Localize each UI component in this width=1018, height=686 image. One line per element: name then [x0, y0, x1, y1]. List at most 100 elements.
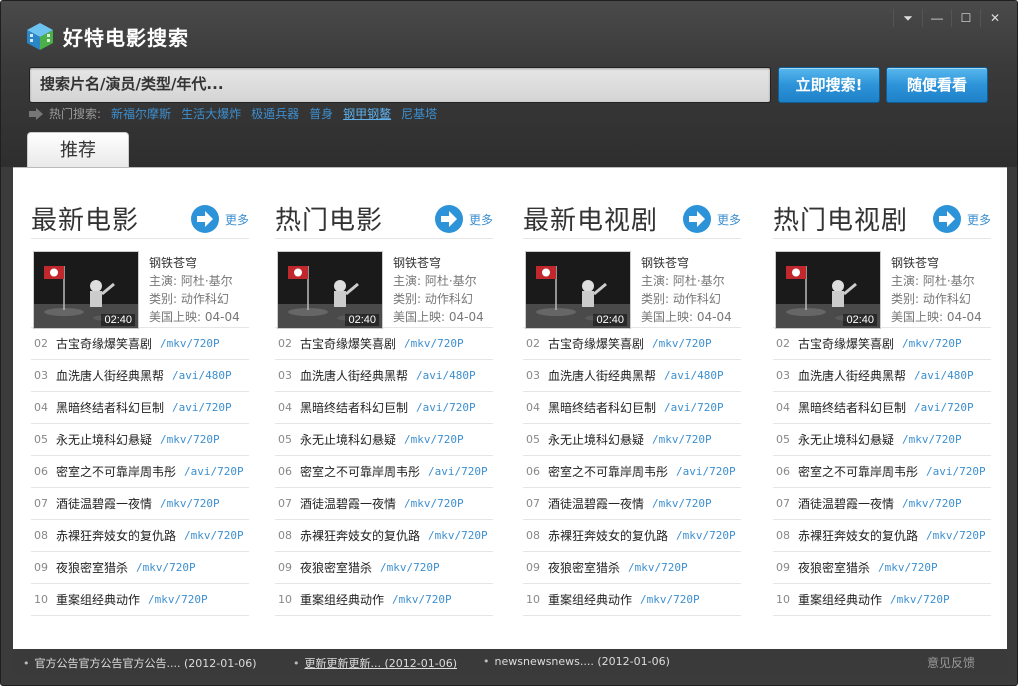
item-title[interactable]: 夜狼密室猎杀 [798, 559, 870, 576]
item-format[interactable]: /mkv/720P [160, 337, 220, 350]
item-format[interactable]: /avi/720P [664, 401, 724, 414]
featured-item[interactable]: 02:40 钢铁苍穹 主演: 阿杜·基尔 类别: 动作科幻 美国上映: 04-0… [523, 239, 741, 329]
item-title[interactable]: 古宝奇缘爆笑喜剧 [300, 335, 396, 352]
item-title[interactable]: 密室之不可靠岸周韦彤 [548, 463, 668, 480]
item-title[interactable]: 黑暗终结者科幻巨制 [56, 399, 164, 416]
list-item[interactable]: 04 黑暗终结者科幻巨制/avi/720P [523, 392, 741, 424]
item-format[interactable]: /mkv/720P [380, 561, 440, 574]
item-title[interactable]: 永无止境科幻悬疑 [300, 431, 396, 448]
poster-thumbnail[interactable]: 02:40 [775, 251, 881, 329]
hot-link[interactable]: 新福尔摩斯 [111, 105, 171, 122]
item-format[interactable]: /mkv/720P [652, 337, 712, 350]
item-title[interactable]: 酒徒温碧霞一夜情 [798, 495, 894, 512]
item-format[interactable]: /mkv/720P [404, 497, 464, 510]
hot-link[interactable]: 尼基塔 [401, 105, 437, 122]
item-format[interactable]: /mkv/720P [160, 497, 220, 510]
list-item[interactable]: 02 古宝奇缘爆笑喜剧/mkv/720P [31, 328, 249, 360]
list-item[interactable]: 03 血洗唐人街经典黑帮/avi/480P [773, 360, 991, 392]
item-format[interactable]: /mkv/720P [652, 433, 712, 446]
poster-thumbnail[interactable]: 02:40 [525, 251, 631, 329]
item-title[interactable]: 黑暗终结者科幻巨制 [548, 399, 656, 416]
featured-item[interactable]: 02:40 钢铁苍穹 主演: 阿杜·基尔 类别: 动作科幻 美国上映: 04-0… [773, 239, 991, 329]
skin-menu-button[interactable]: ⏷ [893, 9, 922, 27]
item-title[interactable]: 赤裸狂奔妓女的复仇路 [548, 527, 668, 544]
item-format[interactable]: /mkv/720P [902, 497, 962, 510]
more-link[interactable]: 更多 [190, 204, 249, 234]
item-title[interactable]: 永无止境科幻悬疑 [548, 431, 644, 448]
random-button[interactable]: 随便看看 [886, 67, 988, 103]
list-item[interactable]: 04 黑暗终结者科幻巨制/avi/720P [773, 392, 991, 424]
item-title[interactable]: 古宝奇缘爆笑喜剧 [56, 335, 152, 352]
item-title[interactable]: 赤裸狂奔妓女的复仇路 [300, 527, 420, 544]
list-item[interactable]: 10 重案组经典动作/mkv/720P [773, 584, 991, 616]
item-format[interactable]: /avi/720P [416, 401, 476, 414]
list-item[interactable]: 02 古宝奇缘爆笑喜剧/mkv/720P [523, 328, 741, 360]
featured-title[interactable]: 钢铁苍穹 [891, 254, 982, 272]
item-format[interactable]: /mkv/720P [136, 561, 196, 574]
list-item[interactable]: 10 重案组经典动作/mkv/720P [523, 584, 741, 616]
item-format[interactable]: /avi/480P [172, 369, 232, 382]
minimize-button[interactable]: — [922, 9, 951, 27]
item-format[interactable]: /avi/720P [914, 401, 974, 414]
list-item[interactable]: 06 密室之不可靠岸周韦彤/avi/720P [31, 456, 249, 488]
item-format[interactable]: /avi/480P [664, 369, 724, 382]
list-item[interactable]: 08 赤裸狂奔妓女的复仇路/mkv/720P [275, 520, 493, 552]
list-item[interactable]: 05 永无止境科幻悬疑/mkv/720P [275, 424, 493, 456]
item-title[interactable]: 永无止境科幻悬疑 [56, 431, 152, 448]
list-item[interactable]: 05 永无止境科幻悬疑/mkv/720P [773, 424, 991, 456]
item-title[interactable]: 重案组经典动作 [548, 591, 632, 608]
item-format[interactable]: /mkv/720P [184, 529, 244, 542]
item-title[interactable]: 重案组经典动作 [300, 591, 384, 608]
item-format[interactable]: /mkv/720P [628, 561, 688, 574]
item-title[interactable]: 夜狼密室猎杀 [56, 559, 128, 576]
item-format[interactable]: /avi/480P [914, 369, 974, 382]
news-link[interactable]: • 官方公告官方公告官方公告.... (2012-01-06) [23, 655, 257, 671]
item-title[interactable]: 密室之不可靠岸周韦彤 [798, 463, 918, 480]
item-format[interactable]: /mkv/720P [878, 561, 938, 574]
item-title[interactable]: 古宝奇缘爆笑喜剧 [548, 335, 644, 352]
news-link[interactable]: • newsnewsnews.... (2012-01-06) [483, 655, 670, 668]
search-input[interactable] [30, 68, 770, 100]
more-link[interactable]: 更多 [682, 204, 741, 234]
item-format[interactable]: /avi/720P [172, 401, 232, 414]
list-item[interactable]: 06 密室之不可靠岸周韦彤/avi/720P [773, 456, 991, 488]
featured-title[interactable]: 钢铁苍穹 [149, 254, 240, 272]
item-format[interactable]: /mkv/720P [428, 529, 488, 542]
hot-link-active[interactable]: 钢甲钢鳌 [343, 105, 391, 122]
item-format[interactable]: /mkv/720P [640, 593, 700, 606]
list-item[interactable]: 09 夜狼密室猎杀/mkv/720P [523, 552, 741, 584]
list-item[interactable]: 02 古宝奇缘爆笑喜剧/mkv/720P [773, 328, 991, 360]
item-format[interactable]: /avi/720P [428, 465, 488, 478]
item-title[interactable]: 夜狼密室猎杀 [548, 559, 620, 576]
list-item[interactable]: 06 密室之不可靠岸周韦彤/avi/720P [523, 456, 741, 488]
item-title[interactable]: 血洗唐人街经典黑帮 [300, 367, 408, 384]
item-title[interactable]: 重案组经典动作 [798, 591, 882, 608]
tab-recommend[interactable]: 推荐 [27, 132, 129, 168]
maximize-button[interactable]: ☐ [951, 9, 980, 27]
list-item[interactable]: 03 血洗唐人街经典黑帮/avi/480P [523, 360, 741, 392]
featured-title[interactable]: 钢铁苍穹 [641, 254, 732, 272]
item-format[interactable]: /mkv/720P [652, 497, 712, 510]
list-item[interactable]: 06 密室之不可靠岸周韦彤/avi/720P [275, 456, 493, 488]
hot-link[interactable]: 极遁兵器 [251, 105, 299, 122]
featured-item[interactable]: 02:40 钢铁苍穹 主演: 阿杜·基尔 类别: 动作科幻 美国上映: 04-0… [31, 239, 249, 329]
list-item[interactable]: 05 永无止境科幻悬疑/mkv/720P [523, 424, 741, 456]
list-item[interactable]: 03 血洗唐人街经典黑帮/avi/480P [31, 360, 249, 392]
list-item[interactable]: 07 酒徒温碧霞一夜情/mkv/720P [773, 488, 991, 520]
item-title[interactable]: 密室之不可靠岸周韦彤 [300, 463, 420, 480]
list-item[interactable]: 09 夜狼密室猎杀/mkv/720P [31, 552, 249, 584]
featured-title[interactable]: 钢铁苍穹 [393, 254, 484, 272]
list-item[interactable]: 08 赤裸狂奔妓女的复仇路/mkv/720P [31, 520, 249, 552]
more-link[interactable]: 更多 [932, 204, 991, 234]
list-item[interactable]: 05 永无止境科幻悬疑/mkv/720P [31, 424, 249, 456]
list-item[interactable]: 04 黑暗终结者科幻巨制/avi/720P [275, 392, 493, 424]
news-text[interactable]: newsnewsnews.... (2012-01-06) [495, 655, 670, 668]
search-button[interactable]: 立即搜索! [778, 67, 880, 103]
news-text[interactable]: 官方公告官方公告官方公告.... (2012-01-06) [35, 657, 257, 670]
item-format[interactable]: /mkv/720P [404, 337, 464, 350]
item-title[interactable]: 古宝奇缘爆笑喜剧 [798, 335, 894, 352]
item-title[interactable]: 酒徒温碧霞一夜情 [300, 495, 396, 512]
item-title[interactable]: 密室之不可靠岸周韦彤 [56, 463, 176, 480]
item-format[interactable]: /mkv/720P [392, 593, 452, 606]
item-title[interactable]: 赤裸狂奔妓女的复仇路 [798, 527, 918, 544]
